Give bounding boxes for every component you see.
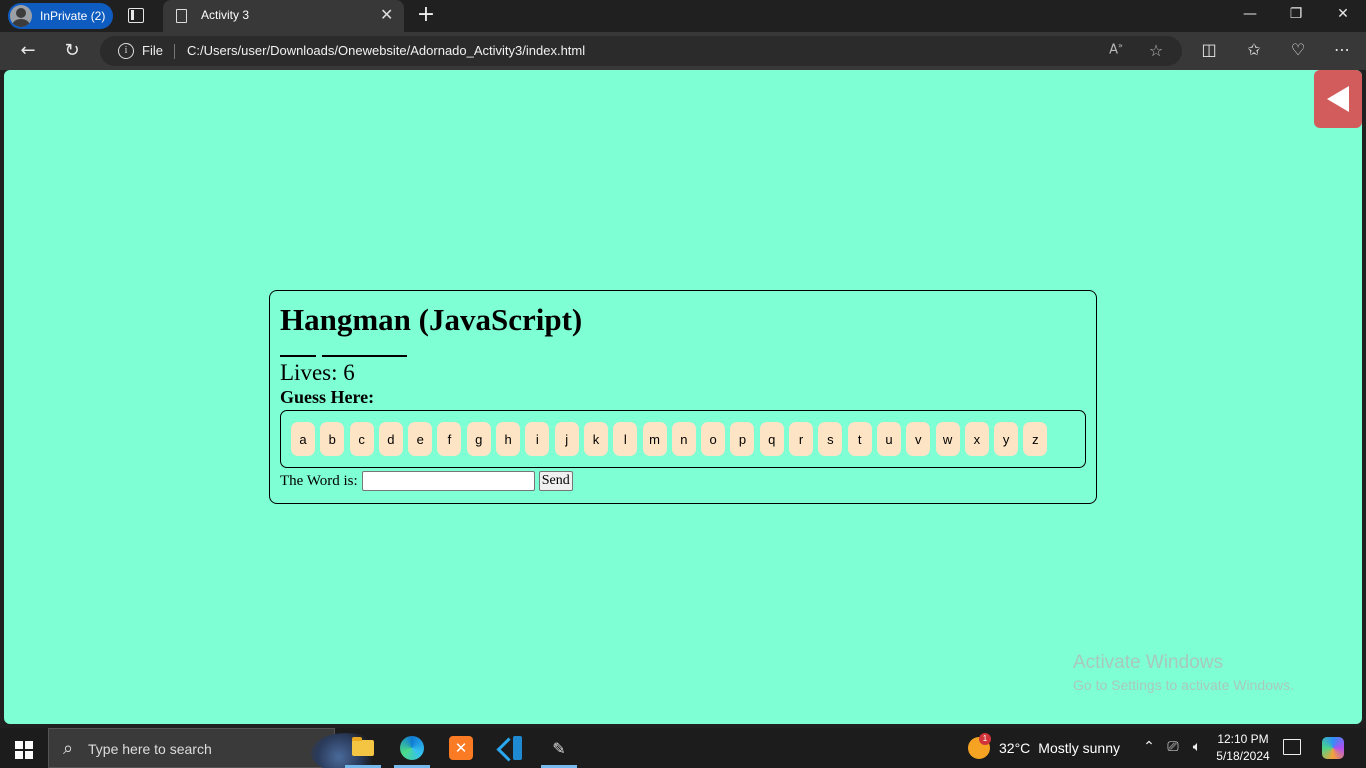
watermark-subtitle: Go to Settings to activate Windows. [1073, 677, 1294, 693]
answer-label: The Word is: [280, 472, 358, 489]
volume-icon[interactable]: 🔈︎ [1187, 739, 1207, 755]
letter-key-o[interactable]: o [701, 422, 726, 456]
edge-icon[interactable] [390, 728, 434, 768]
sidebar-toggle-button[interactable] [1314, 70, 1362, 128]
restore-icon[interactable]: ❐ [1286, 6, 1306, 22]
tab-activity-3[interactable]: Activity 3 ✕ [163, 0, 404, 32]
letter-key-q[interactable]: q [759, 422, 784, 456]
weather-condition: Mostly sunny [1038, 740, 1120, 756]
site-info-icon[interactable]: i [118, 43, 134, 59]
address-bar[interactable]: i File C:/Users/user/Downloads/Onewebsit… [100, 36, 1182, 66]
letter-key-r[interactable]: r [789, 422, 814, 456]
page-icon [176, 9, 187, 23]
letter-key-g[interactable]: g [466, 422, 491, 456]
notification-center-icon[interactable] [1283, 739, 1301, 755]
word-blanks [280, 339, 1086, 357]
letter-key-e[interactable]: e [408, 422, 433, 456]
vscode-icon[interactable] [488, 728, 532, 768]
lives-counter: Lives: 6 [280, 360, 355, 385]
browser-essentials-icon[interactable]: ♡ [1287, 40, 1309, 60]
weather-widget[interactable]: 1 32°C Mostly sunny [968, 733, 1120, 759]
search-placeholder: Type here to search [88, 741, 212, 757]
letter-key-p[interactable]: p [730, 422, 755, 456]
read-aloud-icon[interactable]: A» [1106, 41, 1126, 57]
address-divider [174, 44, 175, 59]
page-viewport: Hangman (JavaScript) Lives: 6 Guess Here… [4, 70, 1362, 724]
weather-badge: 1 [979, 733, 991, 745]
weather-sun-icon: 1 [968, 733, 991, 759]
chevron-up-icon[interactable]: ⌃ [1139, 739, 1159, 755]
file-explorer-icon[interactable] [341, 728, 385, 768]
clock-date: 5/18/2024 [1216, 749, 1270, 763]
browser-toolbar: ← ↻ i File C:/Users/user/Downloads/Onewe… [0, 32, 1366, 70]
pen-icon[interactable]: ✎ [537, 728, 581, 768]
avatar-icon [10, 5, 32, 27]
letter-key-z[interactable]: z [1023, 422, 1048, 456]
answer-row: The Word is: Send [280, 470, 1086, 492]
start-button[interactable] [15, 741, 33, 759]
letter-key-n[interactable]: n [671, 422, 696, 456]
guess-heading: Guess Here: [280, 387, 375, 407]
weather-temp: 32°C [999, 740, 1031, 756]
letter-key-i[interactable]: i [525, 422, 550, 456]
search-icon: ⌕ [63, 738, 74, 759]
network-icon[interactable]: ⎚ [1163, 739, 1183, 755]
more-menu-icon[interactable]: ⋯ [1331, 40, 1353, 60]
letter-key-v[interactable]: v [906, 422, 931, 456]
letter-key-f[interactable]: f [437, 422, 462, 456]
letter-key-w[interactable]: w [935, 422, 960, 456]
letter-key-c[interactable]: c [349, 422, 374, 456]
watermark-title: Activate Windows [1073, 652, 1223, 673]
windows-taskbar: ⌕ Type here to search ✕ ✎ 1 32°C Mostly … [0, 728, 1366, 768]
tab-actions-icon[interactable] [128, 8, 144, 23]
word-blank [322, 339, 407, 357]
favorites-icon[interactable]: ✩ [1243, 40, 1265, 60]
close-window-icon[interactable]: ✕ [1333, 6, 1353, 22]
minimize-icon[interactable]: — [1240, 6, 1260, 22]
refresh-icon[interactable]: ↻ [60, 40, 84, 62]
answer-input[interactable] [361, 471, 535, 491]
letter-key-d[interactable]: d [378, 422, 403, 456]
inprivate-profile-button[interactable]: InPrivate (2) [8, 3, 113, 29]
taskbar-search-box[interactable]: ⌕ Type here to search [48, 728, 381, 768]
letter-key-a[interactable]: a [291, 422, 315, 456]
letter-keyboard: abcdefghijklmnopqrstuvwxyz [280, 410, 1086, 468]
back-icon[interactable]: ← [16, 40, 40, 62]
hangman-container: Hangman (JavaScript) Lives: 6 Guess Here… [269, 290, 1097, 504]
copilot-icon[interactable] [1322, 737, 1344, 759]
favorite-star-icon[interactable]: ☆ [1146, 41, 1166, 60]
letter-key-s[interactable]: s [818, 422, 843, 456]
letter-key-u[interactable]: u [876, 422, 901, 456]
xampp-icon[interactable]: ✕ [439, 728, 483, 768]
url-text[interactable]: C:/Users/user/Downloads/Onewebsite/Adorn… [187, 43, 585, 58]
send-button[interactable]: Send [538, 471, 573, 491]
letter-key-j[interactable]: j [554, 422, 579, 456]
letter-key-h[interactable]: h [496, 422, 521, 456]
letter-key-m[interactable]: m [642, 422, 667, 456]
profile-label: InPrivate (2) [40, 9, 106, 23]
game-title: Hangman (JavaScript) [280, 302, 583, 337]
tab-title: Activity 3 [201, 8, 250, 22]
word-blank [280, 339, 316, 357]
activate-windows-watermark: Activate Windows Go to Settings to activ… [1073, 652, 1294, 695]
close-tab-icon[interactable]: ✕ [380, 6, 393, 24]
letter-key-t[interactable]: t [847, 422, 872, 456]
taskbar-clock[interactable]: 12:10 PM 5/18/2024 [1214, 731, 1272, 765]
letter-key-y[interactable]: y [994, 422, 1019, 456]
letter-key-x[interactable]: x [964, 422, 989, 456]
letter-key-b[interactable]: b [320, 422, 345, 456]
split-screen-icon[interactable]: ◫ [1198, 40, 1220, 60]
browser-tab-bar: InPrivate (2) Activity 3 ✕ + — ❐ ✕ [0, 0, 1366, 32]
new-tab-button[interactable]: + [415, 3, 437, 27]
scheme-label: File [142, 43, 163, 58]
letter-key-l[interactable]: l [613, 422, 638, 456]
letter-key-k[interactable]: k [583, 422, 608, 456]
clock-time: 12:10 PM [1217, 732, 1269, 746]
